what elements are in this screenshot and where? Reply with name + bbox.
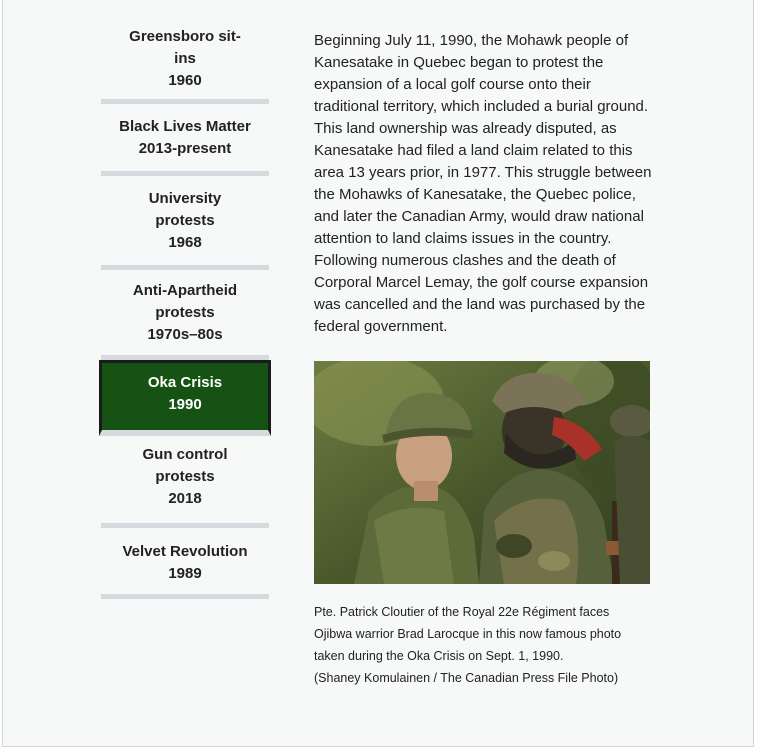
tab-oka-crisis[interactable]: Oka Crisis 1990	[99, 360, 271, 436]
caption-line: Ojibwa warrior Brad Larocque in this now…	[314, 627, 622, 641]
tab-gun-control-protests[interactable]: Gun control protests 2018	[101, 436, 269, 528]
tab-velvet-revolution[interactable]: Velvet Revolution 1989	[101, 528, 269, 599]
tab-title: Anti-Apartheid protests	[132, 282, 238, 321]
tab-title: Velvet Revolution	[122, 543, 248, 560]
caption-credit: (Shaney Komulainen / The Canadian Press …	[314, 671, 619, 685]
tab-university-protests[interactable]: University protests 1968	[101, 176, 269, 270]
tab-title: University protests	[148, 190, 222, 229]
caption-line: taken during the Oka Crisis on Sept. 1, …	[314, 649, 564, 663]
tab-year: 2018	[168, 490, 202, 507]
tab-year: 1968	[168, 234, 202, 251]
tab-title: Black Lives Matter	[119, 118, 251, 135]
tab-greensboro-sit-ins[interactable]: Greensboro sit-ins 1960	[101, 18, 269, 104]
tab-title: Gun control protests	[142, 446, 228, 485]
tab-year: 1960	[168, 72, 202, 89]
tab-year: 2013-present	[138, 140, 232, 157]
tab-year: 1990	[168, 396, 202, 413]
oka-crisis-photo	[314, 361, 650, 584]
tab-title: Greensboro sit-ins	[129, 28, 241, 67]
tab-year: 1970s–80s	[147, 326, 223, 343]
tab-black-lives-matter[interactable]: Black Lives Matter 2013-present	[101, 104, 269, 176]
tab-content: Beginning July 11, 1990, the Mohawk peop…	[314, 30, 654, 689]
tab-year: 1989	[168, 565, 202, 582]
caption-line: Pte. Patrick Cloutier of the Royal 22e R…	[314, 605, 610, 619]
topic-tab-list: Greensboro sit-ins 1960 Black Lives Matt…	[99, 18, 271, 599]
photo-illustration	[314, 361, 650, 584]
tab-anti-apartheid-protests[interactable]: Anti-Apartheid protests 1970s–80s	[101, 270, 269, 360]
description-paragraph: Beginning July 11, 1990, the Mohawk peop…	[314, 32, 652, 335]
tab-title: Oka Crisis	[147, 374, 223, 391]
timeline-panel: Greensboro sit-ins 1960 Black Lives Matt…	[2, 0, 754, 747]
photo-caption: Pte. Patrick Cloutier of the Royal 22e R…	[314, 601, 654, 689]
